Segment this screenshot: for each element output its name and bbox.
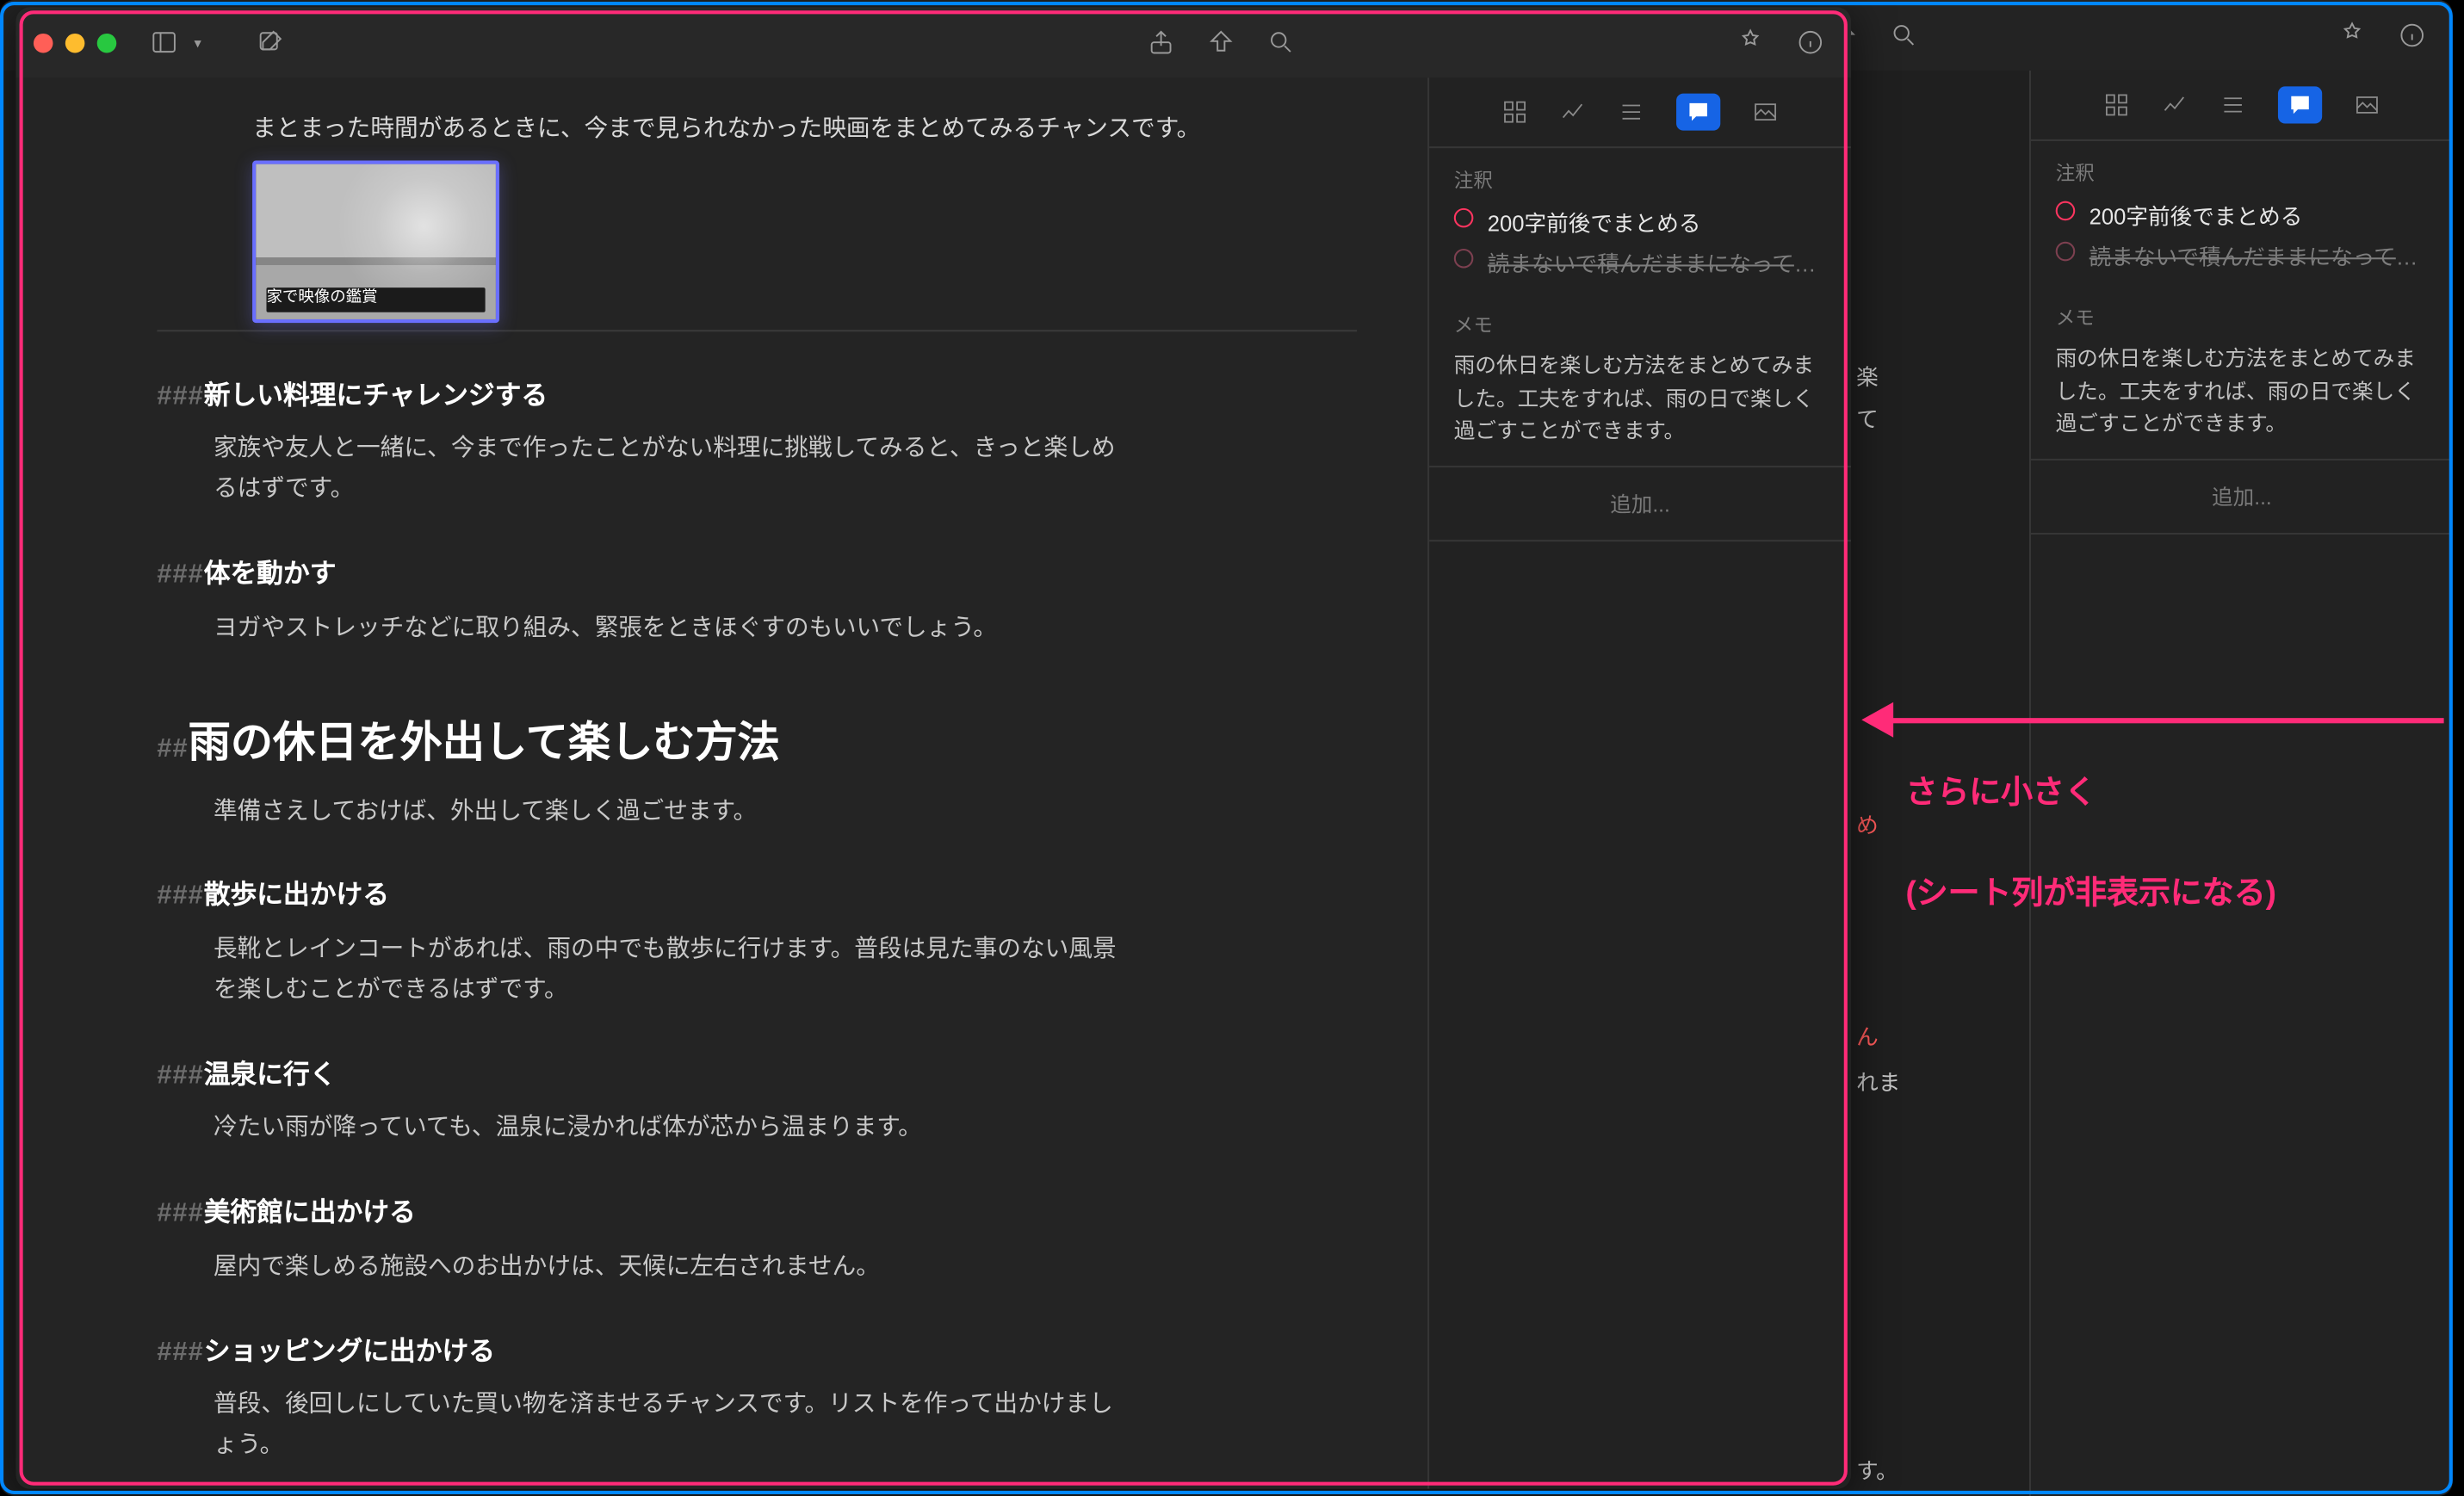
- tab-comments[interactable]: [1676, 94, 1720, 131]
- toolbar-front: ▾: [15, 7, 1851, 77]
- sidebar-toggle-icon[interactable]: [141, 20, 187, 65]
- paragraph: 屋内で楽しめる施設へのお出かけは、天候に左右されません。: [214, 1247, 1131, 1288]
- search-icon[interactable]: [1258, 20, 1303, 65]
- paragraph: 普段、後回しにしていた買い物を済ませるチャンスです。リストを作って出かけましょう…: [214, 1385, 1131, 1466]
- add-button[interactable]: 追加...: [2031, 458, 2453, 534]
- annotation-label: さらに小さく: [1905, 768, 2096, 813]
- minimize-icon[interactable]: [65, 33, 85, 53]
- heading-3: ショッピングに出かける: [204, 1337, 495, 1367]
- inline-image[interactable]: 家で映像の鑑賞: [252, 160, 499, 323]
- goal-item[interactable]: 200字前後でまとめる: [1454, 205, 1826, 238]
- annotation-label: (シート列が非表示になる): [1905, 868, 2275, 913]
- goal-item[interactable]: 200字前後でまとめる: [2056, 198, 2428, 232]
- tab-outline[interactable]: [2219, 92, 2246, 119]
- heading-3: 新しい料理にチャレンジする: [204, 381, 548, 411]
- zoom-icon[interactable]: [97, 33, 117, 53]
- notes-label: 注釈: [2056, 158, 2428, 187]
- info-icon[interactable]: [2389, 12, 2435, 58]
- inspector-front: 注釈 200字前後でまとめる 読まないで積んだままになっていた本… メモ 雨の休…: [1427, 77, 1851, 1489]
- window-front: ▾ まとまった時間があるときに、今まで見られなかった映画をまとめてみるチャンスで…: [15, 7, 1851, 1489]
- heading-3: 温泉に行く: [204, 1060, 337, 1090]
- tab-outline[interactable]: [1618, 99, 1644, 126]
- heading-3: 散歩に出かける: [204, 881, 389, 912]
- preview-icon[interactable]: [1198, 20, 1244, 65]
- memo-body[interactable]: 雨の休日を楽しむ方法をまとめてみました。工夫をすれば、雨の日で楽しく過ごすことが…: [1454, 349, 1826, 448]
- image-caption: 家で映像の鑑賞: [266, 283, 377, 310]
- goal-badge-icon[interactable]: [1727, 20, 1773, 65]
- tab-grid[interactable]: [2103, 92, 2130, 119]
- goal-badge-icon[interactable]: [2329, 12, 2374, 58]
- memo-label: メモ: [2056, 304, 2428, 332]
- paragraph: 家族や友人と一緒に、今まで作ったことがない料理に挑戦してみると、きっと楽しめるは…: [214, 430, 1131, 510]
- goal-item[interactable]: 読まないで積んだままになっていた本…: [2056, 238, 2428, 272]
- info-icon[interactable]: [1787, 20, 1833, 65]
- memo-label: メモ: [1454, 311, 1826, 339]
- goal-item[interactable]: 読まないで積んだままになっていた本…: [1454, 245, 1826, 279]
- add-button[interactable]: 追加...: [1429, 466, 1851, 541]
- paragraph: ヨガやストレッチなどに取り組み、緊張をときほぐすのもいいでしょう。: [214, 609, 1131, 649]
- memo-body[interactable]: 雨の休日を楽しむ方法をまとめてみました。工夫をすれば、雨の日で楽しく過ごすことが…: [2056, 343, 2428, 441]
- heading-3: 美術館に出かける: [204, 1198, 416, 1228]
- inspector-tabs: [2031, 71, 2453, 141]
- traffic-lights[interactable]: [34, 33, 116, 53]
- close-icon[interactable]: [34, 33, 53, 53]
- compose-icon[interactable]: [247, 20, 293, 65]
- tab-stats[interactable]: [2162, 92, 2189, 119]
- peek-text: 楽 て め ん れま す。: [1856, 353, 1927, 1496]
- chevron-down-icon[interactable]: ▾: [194, 34, 201, 50]
- paragraph: まとまった時間があるときに、今まで見られなかった映画をまとめてみるチャンスです。: [252, 109, 1357, 150]
- tab-media[interactable]: [2354, 92, 2380, 119]
- heading-2: 雨の休日を外出して楽しむ方法: [189, 720, 780, 767]
- paragraph: 準備さえしておけば、外出して楽しく過ごせます。: [214, 791, 1131, 831]
- tab-grid[interactable]: [1501, 99, 1528, 126]
- paragraph: 長靴とレインコートがあれば、雨の中でも散歩に行けます。普段は見た事のない風景を楽…: [214, 930, 1131, 1011]
- tab-stats[interactable]: [1560, 99, 1587, 126]
- tab-media[interactable]: [1752, 99, 1779, 126]
- editor[interactable]: まとまった時間があるときに、今まで見られなかった映画をまとめてみるチャンスです。…: [15, 77, 1427, 1489]
- tab-comments[interactable]: [2278, 86, 2322, 123]
- notes-label: 注釈: [1454, 166, 1826, 195]
- share-icon[interactable]: [1138, 20, 1184, 65]
- inspector-tabs: [1429, 77, 1851, 148]
- heading-3: 体を動かす: [204, 559, 337, 590]
- paragraph: 冷たい雨が降っていても、温泉に浸かれば体が芯から温まります。: [214, 1109, 1131, 1149]
- search-icon[interactable]: [1881, 12, 1927, 58]
- separator: [157, 330, 1357, 331]
